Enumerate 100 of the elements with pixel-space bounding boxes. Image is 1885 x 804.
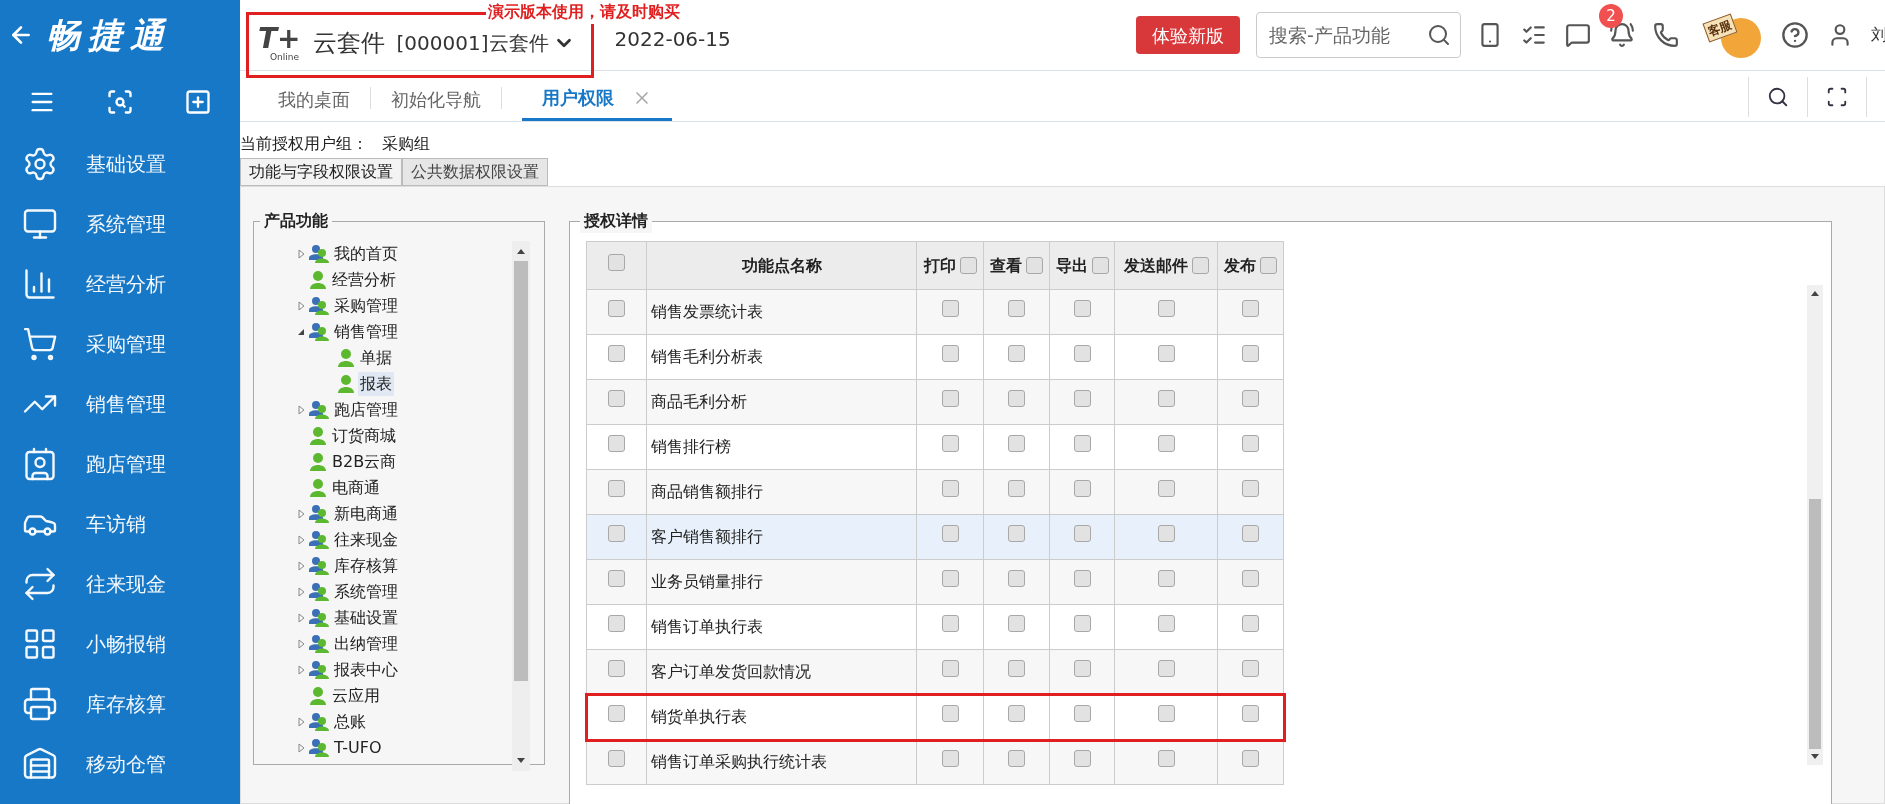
tree-item[interactable]: 我的首页 bbox=[332, 242, 400, 266]
checkbox[interactable] bbox=[1242, 300, 1259, 317]
collapsed-arrow-icon[interactable] bbox=[297, 743, 305, 753]
table-row[interactable]: 销售毛利分析表 bbox=[586, 334, 1284, 380]
checkbox[interactable] bbox=[1073, 570, 1091, 587]
checkbox[interactable] bbox=[1073, 615, 1091, 632]
checkbox[interactable] bbox=[1073, 435, 1091, 452]
checkbox[interactable] bbox=[1008, 750, 1025, 767]
tree-item[interactable]: 订货商城 bbox=[330, 424, 398, 448]
checkbox[interactable] bbox=[1157, 435, 1175, 452]
table-row[interactable]: 销货单执行表 bbox=[586, 694, 1284, 740]
checkbox[interactable] bbox=[941, 525, 959, 542]
checkbox[interactable] bbox=[608, 253, 625, 271]
tree-item[interactable]: 云应用 bbox=[330, 684, 382, 708]
checkbox[interactable] bbox=[1073, 705, 1091, 722]
checkbox[interactable] bbox=[1091, 257, 1109, 274]
checkbox[interactable] bbox=[608, 300, 625, 317]
search-field[interactable]: 搜索-产品功能 bbox=[1256, 12, 1461, 58]
collapsed-arrow-icon[interactable] bbox=[297, 405, 305, 415]
checkbox[interactable] bbox=[1242, 705, 1259, 722]
add-icon[interactable] bbox=[184, 88, 212, 116]
checkbox[interactable] bbox=[608, 435, 625, 452]
checkbox[interactable] bbox=[1008, 525, 1025, 542]
checkbox[interactable] bbox=[1242, 570, 1259, 587]
tree-item[interactable]: 跑店管理 bbox=[332, 398, 400, 422]
sidebar-item[interactable]: 小畅报销 bbox=[0, 614, 240, 674]
collapsed-arrow-icon[interactable] bbox=[297, 587, 305, 597]
search-icon[interactable] bbox=[1427, 23, 1451, 47]
tab[interactable]: 初始化导航 bbox=[371, 77, 501, 121]
scrollbar[interactable] bbox=[1807, 285, 1823, 765]
tree-item[interactable]: 往来现金 bbox=[332, 528, 400, 552]
tree-item[interactable]: 单据 bbox=[358, 346, 394, 370]
checkbox[interactable] bbox=[1242, 480, 1259, 497]
checkbox[interactable] bbox=[1242, 345, 1259, 362]
checkbox[interactable] bbox=[941, 390, 959, 407]
help-icon[interactable] bbox=[1781, 21, 1809, 49]
checkbox[interactable] bbox=[1157, 390, 1175, 407]
checkbox[interactable] bbox=[608, 480, 625, 497]
checkbox[interactable] bbox=[941, 300, 959, 317]
tree-item[interactable]: 新电商通 bbox=[332, 502, 400, 526]
checkbox[interactable] bbox=[1008, 570, 1025, 587]
scrollbar[interactable] bbox=[512, 241, 530, 771]
sidebar-item[interactable]: 系统管理 bbox=[0, 194, 240, 254]
table-row[interactable]: 销售订单采购执行统计表 bbox=[586, 739, 1284, 785]
checkbox[interactable] bbox=[1008, 660, 1025, 677]
tree-item[interactable]: 经营分析 bbox=[330, 268, 398, 292]
checkbox[interactable] bbox=[1157, 570, 1175, 587]
tree-item[interactable]: 电商通 bbox=[330, 476, 382, 500]
collapsed-arrow-icon[interactable] bbox=[297, 639, 305, 649]
checkbox[interactable] bbox=[608, 345, 625, 362]
checkbox[interactable] bbox=[608, 525, 625, 542]
checkbox[interactable] bbox=[608, 750, 625, 767]
collapsed-arrow-icon[interactable] bbox=[297, 561, 305, 571]
tree-item[interactable]: B2B云商 bbox=[330, 450, 399, 474]
checkbox[interactable] bbox=[1073, 345, 1091, 362]
checkbox[interactable] bbox=[941, 615, 959, 632]
tree-item[interactable]: 采购管理 bbox=[332, 294, 400, 318]
checkbox[interactable] bbox=[1260, 257, 1277, 274]
sidebar-item[interactable]: 经营分析 bbox=[0, 254, 240, 314]
tree-item[interactable]: 系统管理 bbox=[332, 580, 400, 604]
collapsed-arrow-icon[interactable] bbox=[297, 613, 305, 623]
checkbox[interactable] bbox=[1157, 705, 1175, 722]
table-row[interactable]: 销售发票统计表 bbox=[586, 289, 1284, 335]
checkbox[interactable] bbox=[1242, 750, 1259, 767]
checkbox[interactable] bbox=[1073, 660, 1091, 677]
checkbox[interactable] bbox=[1157, 525, 1175, 542]
checkbox[interactable] bbox=[1242, 615, 1259, 632]
checkbox[interactable] bbox=[1073, 750, 1091, 767]
collapsed-arrow-icon[interactable] bbox=[297, 665, 305, 675]
tree-item[interactable]: 报表 bbox=[358, 372, 394, 396]
checkbox[interactable] bbox=[1008, 390, 1025, 407]
checkbox[interactable] bbox=[1242, 660, 1259, 677]
fullscreen-icon[interactable] bbox=[1826, 86, 1848, 108]
checkbox[interactable] bbox=[1073, 300, 1091, 317]
phone-icon[interactable] bbox=[1653, 22, 1679, 48]
checkbox[interactable] bbox=[1242, 435, 1259, 452]
table-row[interactable]: 客户订单发货回款情况 bbox=[586, 649, 1284, 695]
sidebar-item[interactable]: 车访销 bbox=[0, 494, 240, 554]
checkbox[interactable] bbox=[959, 257, 977, 274]
checkbox[interactable] bbox=[1242, 525, 1259, 542]
tree-item[interactable]: 总账 bbox=[332, 710, 368, 734]
account-selector[interactable]: [000001]云套件 bbox=[396, 28, 575, 58]
checkbox[interactable] bbox=[1008, 435, 1025, 452]
checkbox[interactable] bbox=[941, 750, 959, 767]
table-row[interactable]: 业务员销量排行 bbox=[586, 559, 1284, 605]
expanded-arrow-icon[interactable] bbox=[297, 328, 305, 336]
sidebar-item[interactable]: 销售管理 bbox=[0, 374, 240, 434]
checkbox[interactable] bbox=[1191, 257, 1209, 274]
checkbox[interactable] bbox=[608, 615, 625, 632]
service-mascot[interactable]: 客服 bbox=[1697, 10, 1763, 60]
checkbox[interactable] bbox=[1157, 615, 1175, 632]
checkbox[interactable] bbox=[1008, 480, 1025, 497]
message-icon[interactable] bbox=[1565, 22, 1591, 48]
checkbox[interactable] bbox=[608, 390, 625, 407]
checkbox[interactable] bbox=[1008, 300, 1025, 317]
checkbox[interactable] bbox=[941, 705, 959, 722]
checkbox[interactable] bbox=[1008, 705, 1025, 722]
sidebar-item[interactable]: 采购管理 bbox=[0, 314, 240, 374]
collapsed-arrow-icon[interactable] bbox=[297, 509, 305, 519]
sidebar-item[interactable]: 移动仓管 bbox=[0, 734, 240, 794]
